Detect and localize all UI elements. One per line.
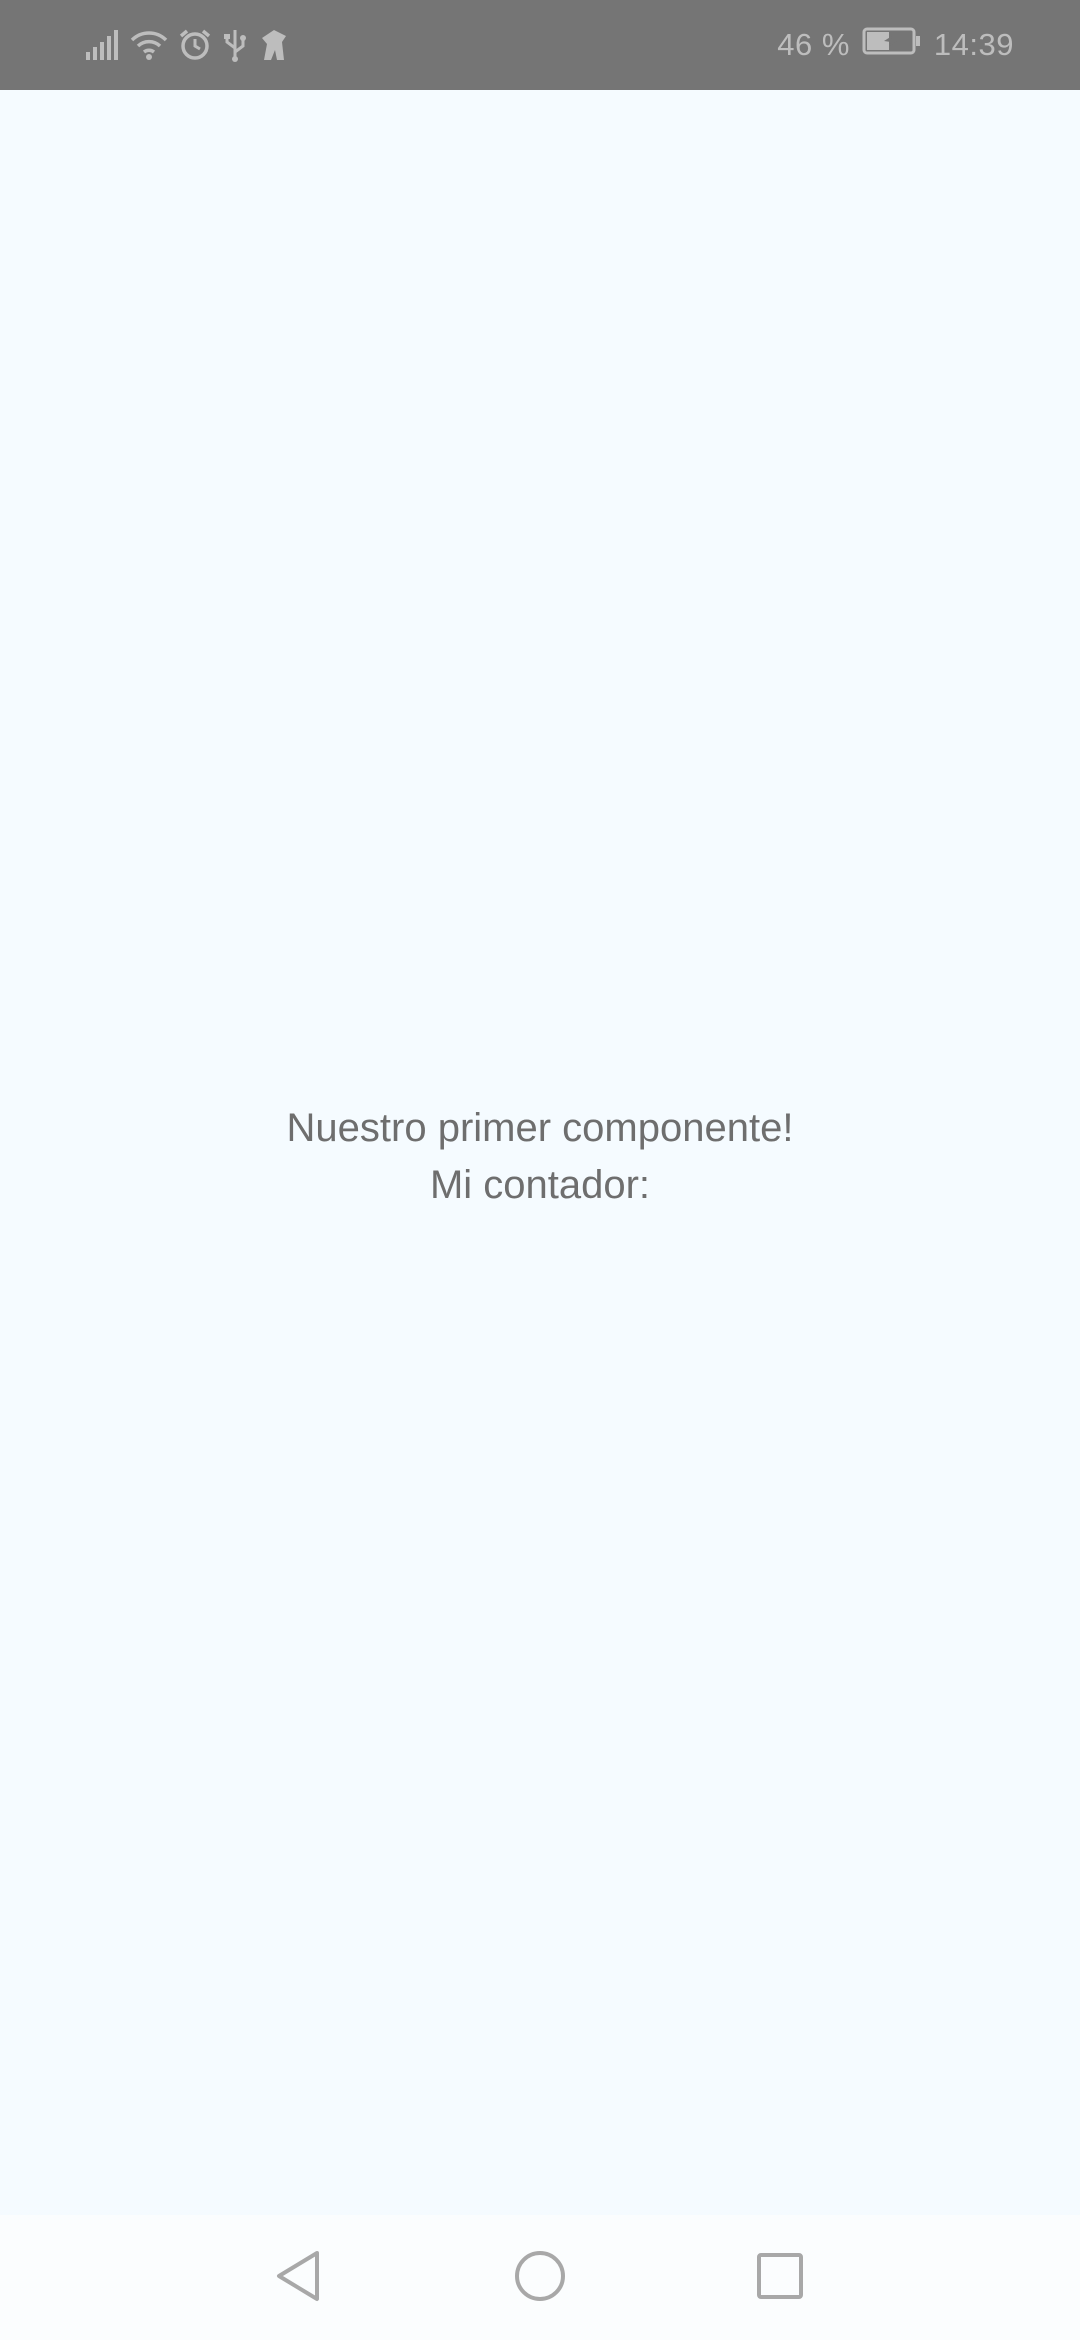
status-icons-right: 46 % 14:39 — [777, 22, 1014, 68]
battery-percentage: 46 % — [777, 27, 850, 62]
home-icon — [513, 2249, 567, 2308]
status-icons-left — [86, 22, 290, 68]
clock: 14:39 — [933, 27, 1014, 62]
component-title: Nuestro primer componente! — [286, 1106, 794, 1150]
back-button[interactable] — [258, 2238, 338, 2318]
component-text: Nuestro primer componente! Mi contador: — [0, 1100, 1080, 1214]
status-bar: 46 % 14:39 — [0, 0, 1080, 90]
recents-button[interactable] — [740, 2238, 820, 2318]
wifi-icon — [130, 29, 168, 61]
main-content: Nuestro primer componente! Mi contador: — [0, 90, 1080, 2215]
recents-icon — [755, 2251, 805, 2306]
alarm-icon — [178, 28, 212, 62]
app-screen: 46 % 14:39 Nuestro primer componente! Mi… — [0, 0, 1080, 2340]
signal-icon — [86, 30, 120, 60]
navigation-bar — [0, 2215, 1080, 2340]
back-icon — [273, 2249, 323, 2308]
counter-label: Mi contador: — [429, 1163, 651, 1207]
usb-icon — [222, 28, 248, 62]
home-button[interactable] — [500, 2238, 580, 2318]
battery-charging-icon — [862, 26, 922, 64]
notification-app-icon — [258, 28, 290, 62]
